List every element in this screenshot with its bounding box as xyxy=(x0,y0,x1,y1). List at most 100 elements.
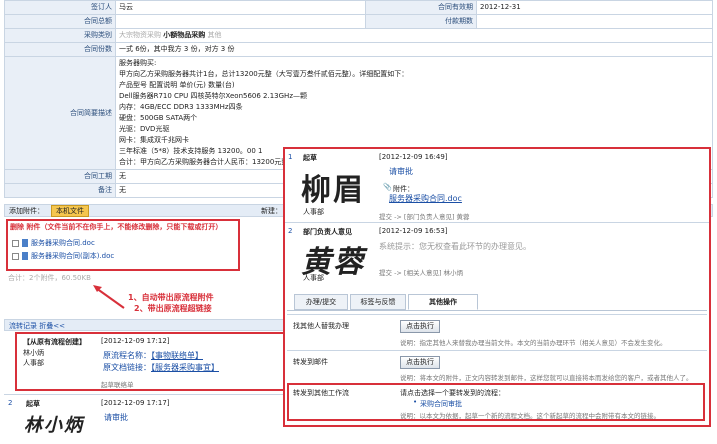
copies-label: 合同份数 xyxy=(4,42,116,57)
origin-name-link[interactable]: 【事物联络单】 xyxy=(151,351,203,360)
new-label: 新建： xyxy=(261,207,282,215)
op-label: 转发到邮件 xyxy=(293,358,328,366)
op-note: 说明：以本文为依据，起草一个新的流程文档。这个新起草的流程中会附带有本文的链接。 xyxy=(400,412,660,420)
signer-label: 签订人 xyxy=(4,0,116,15)
desc-line: 网卡：集成双千兆网卡 xyxy=(119,136,189,144)
attachment-header-text: 删除 附件（文件当前不在你手上，不能修改删除，只能下载或打开） xyxy=(10,223,223,231)
handwritten-signature: 林小炳 xyxy=(24,415,84,436)
attachment-list-box: 删除 附件（文件当前不在你手上，不能修改删除，只能下载或打开） 服务器采购合同.… xyxy=(6,219,240,271)
op-execute-button[interactable]: 点击执行 xyxy=(400,356,440,369)
add-attach-label: 添加附件： xyxy=(9,207,44,215)
desc-line: 内存：4GB/ECC DDR3 1333MHz四条 xyxy=(119,103,243,111)
desc-line: 产品型号 配置说明 单价(元) 数量(台) xyxy=(119,81,235,89)
paycount-label: 付款期数 xyxy=(365,14,477,29)
origin-doc-row: 原文档链接：【服务器采购事宜】 xyxy=(103,362,219,373)
annotation-arrow-icon xyxy=(93,285,125,309)
flow-record-bar[interactable]: 流转记录 折叠<< xyxy=(4,319,286,331)
total-label: 合同总额 xyxy=(4,14,116,29)
record-title: 部门负责人意见 xyxy=(303,228,352,236)
op-note: 说明：指定其他人来替我办理当前文件。本文的当前办理环节（相关人意见）不会发生变化… xyxy=(400,339,667,347)
record-submit-info: 提交 -> [部门负责人意见] 黄蓉 xyxy=(379,213,470,221)
desc-line: Dell服务器R710 CPU 四核英特尔Xeon5606 2.13GHz—颗 xyxy=(119,92,307,100)
category-options: 大宗物资采购 小额物品采购 其他 xyxy=(115,28,713,43)
record-date: [2012-12-09 16:49] xyxy=(379,153,448,161)
record-number: 1 xyxy=(288,153,293,161)
origin-name-label: 原流程名称： xyxy=(103,351,151,360)
annotation-line-2: 2、带出原流程超链接 xyxy=(134,304,212,313)
record-attach-link[interactable]: 服务器采购合同.doc xyxy=(389,193,462,204)
origin-flow-box: 【从原有流程创建】 林小炳 人事部 [2012-12-09 17:12] 原流程… xyxy=(15,332,285,391)
op-execute-button[interactable]: 点击执行 xyxy=(400,320,440,333)
signer-value[interactable]: 马云 xyxy=(115,0,366,15)
record-2: 2 部门负责人意见 黄蓉 人事部 [2012-12-09 16:53] 系统提示… xyxy=(285,223,709,287)
total-value[interactable] xyxy=(115,14,366,29)
record-action: 请审批 xyxy=(389,167,413,176)
op-prompt: 请点击选择一个要转发到的流程： xyxy=(400,389,505,397)
word-doc-icon xyxy=(22,252,28,260)
local-file-button[interactable]: 本机文件 xyxy=(51,205,89,217)
flow-record-toggle[interactable]: 流转记录 折叠<< xyxy=(9,321,65,331)
valid-label: 合同有效期 xyxy=(365,0,477,15)
tab-other-operations[interactable]: 其他操作 xyxy=(408,294,478,310)
workflow-page: 签订人 马云 合同有效期 2012-12-31 合同总额 付款期数 采购类别 大… xyxy=(0,0,717,444)
paperclip-icon: 📎 xyxy=(383,183,392,191)
step-title: 起草 xyxy=(26,400,40,408)
record-dept: 人事部 xyxy=(303,208,324,216)
attachment-link[interactable]: 服务器采购合同(副本).doc xyxy=(31,252,114,260)
record-dept: 人事部 xyxy=(303,274,324,282)
valid-value[interactable]: 2012-12-31 xyxy=(476,0,713,15)
step-action: 请审批 xyxy=(104,413,128,422)
desc-line: 甲方向乙方采购服务器共计1台，总计13200元整（大写壹万叁仟贰佰元整）。详细配… xyxy=(119,70,409,78)
paycount-value[interactable] xyxy=(476,14,713,29)
step-date: [2012-12-09 17:17] xyxy=(101,399,170,407)
attachment-header: 删除 附件（文件当前不在你手上，不能修改删除，只能下载或打开） xyxy=(8,221,238,233)
workflow-link[interactable]: 采购合同审批 xyxy=(420,399,462,409)
annotation-text: 1、自动带出原流程附件 2、带出原流程超链接 xyxy=(128,292,214,314)
category-label: 采购类别 xyxy=(4,28,116,43)
op-label: 找其他人替我办理 xyxy=(293,322,349,330)
desc-label: 合同简要描述 xyxy=(4,56,116,170)
annotation-line-1: 1、自动带出原流程附件 xyxy=(128,293,214,302)
op-note: 说明：将本文的附件，正文内容转发到邮件，这样您就可以直接将本而发给您的客户，或者… xyxy=(400,374,693,382)
record-number: 2 xyxy=(288,227,293,235)
attachment-checkbox[interactable] xyxy=(12,239,19,247)
origin-title: 【从原有流程创建】 xyxy=(23,338,86,346)
origin-doc-link[interactable]: 【服务器采购事宜】 xyxy=(151,363,219,372)
category-option-1[interactable]: 大宗物资采购 xyxy=(119,31,161,39)
origin-name-row: 原流程名称：【事物联络单】 xyxy=(103,350,203,361)
origin-footer: 起草联络单 xyxy=(101,381,134,389)
origin-user: 林小炳 xyxy=(23,349,44,357)
record-submit-info: 提交 -> [相关人意见] 林小炳 xyxy=(379,269,464,277)
origin-dept: 人事部 xyxy=(23,359,44,367)
period-label: 合同工期 xyxy=(4,169,116,184)
op-row-forward-mail: 转发到邮件 点击执行 说明：将本文的附件，正文内容转发到邮件，这样您就可以直接将… xyxy=(287,350,707,384)
record-title: 起草 xyxy=(303,154,317,162)
desc-line: 服务器购买: xyxy=(119,59,157,67)
attachment-checkbox[interactable] xyxy=(12,252,19,260)
desc-line: 光驱：DVD光驱 xyxy=(119,125,170,133)
op-row-forward-workflow: 转发到其他工作流 请点击选择一个要转发到的流程： • 采购合同审批 说明：以本文… xyxy=(287,383,705,421)
flow-step-2: 2 起草 [2012-12-09 17:17] 请审批 林小炳 xyxy=(4,394,286,444)
record-date: [2012-12-09 16:53] xyxy=(379,227,448,235)
category-option-selected[interactable]: 小额物品采购 xyxy=(163,31,205,39)
copies-value[interactable]: 一式 6份，其中我方 3 份，对方 3 份 xyxy=(115,42,713,57)
attachment-row: 服务器采购合同(副本).doc xyxy=(8,250,238,263)
bullet-icon: • xyxy=(413,398,418,406)
attachment-total: 合计：2个附件，60.50KB xyxy=(8,274,91,282)
origin-date: [2012-12-09 17:12] xyxy=(101,337,170,345)
category-option-3[interactable]: 其他 xyxy=(207,31,221,39)
op-label: 转发到其他工作流 xyxy=(293,389,349,397)
signature-image: 柳眉 xyxy=(301,173,365,208)
tab-handle-submit[interactable]: 办理/提交 xyxy=(294,294,348,310)
origin-doc-label: 原文档链接： xyxy=(103,363,151,372)
record-1: 1 起草 柳眉 人事部 [2012-12-09 16:49] 请审批 📎 附件：… xyxy=(285,149,709,223)
step-number: 2 xyxy=(8,399,13,407)
word-doc-icon xyxy=(22,239,28,247)
op-row-delegate: 找其他人替我办理 点击执行 说明：指定其他人来替我办理当前文件。本文的当前办理环… xyxy=(287,314,707,350)
attachment-link[interactable]: 服务器采购合同.doc xyxy=(31,239,95,247)
desc-line: 硬盘：500GB SATA两个 xyxy=(119,114,198,122)
attachment-row: 服务器采购合同.doc xyxy=(8,233,238,250)
remark-label: 备注 xyxy=(4,183,116,198)
record-hint: 系统提示：您无权查看此环节的办理意见。 xyxy=(379,242,531,251)
tab-tags-feedback[interactable]: 标签与反馈 xyxy=(350,294,406,310)
